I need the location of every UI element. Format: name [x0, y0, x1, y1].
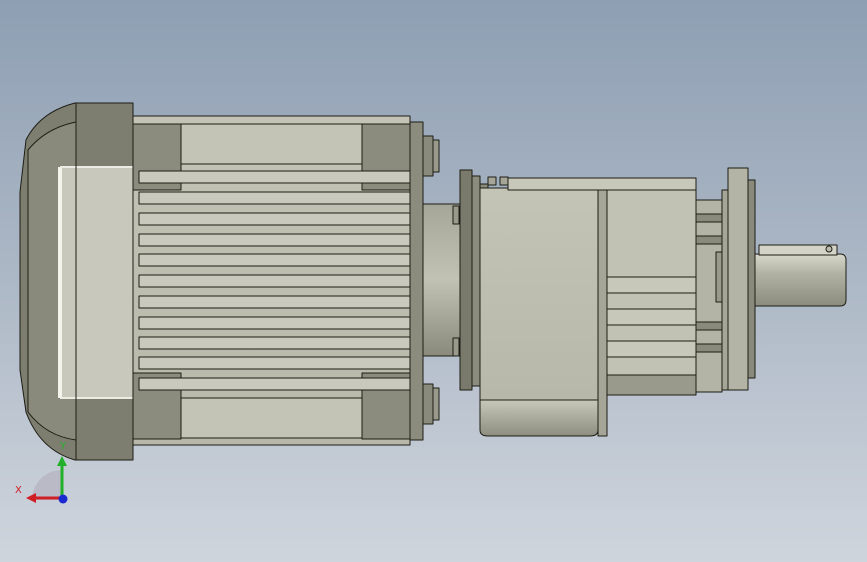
output-flange	[695, 167, 756, 393]
triad-plane	[32, 470, 62, 500]
triad-axes	[26, 456, 68, 504]
x-axis-label: X	[15, 485, 22, 496]
fan-cover	[19, 102, 134, 461]
gear-motor-model[interactable]	[0, 0, 867, 562]
y-axis-label: Y	[60, 441, 67, 452]
z-axis-dot	[58, 494, 68, 504]
cooling-fins	[138, 170, 411, 391]
orientation-triad: Y X	[12, 440, 82, 510]
y-axis-arrowhead	[57, 456, 67, 466]
gearbox	[479, 177, 697, 437]
graphics-viewport[interactable]: Y X	[0, 0, 867, 562]
x-axis-arrowhead	[26, 493, 36, 503]
shaft-key	[758, 244, 838, 256]
output-shaft	[754, 253, 847, 307]
